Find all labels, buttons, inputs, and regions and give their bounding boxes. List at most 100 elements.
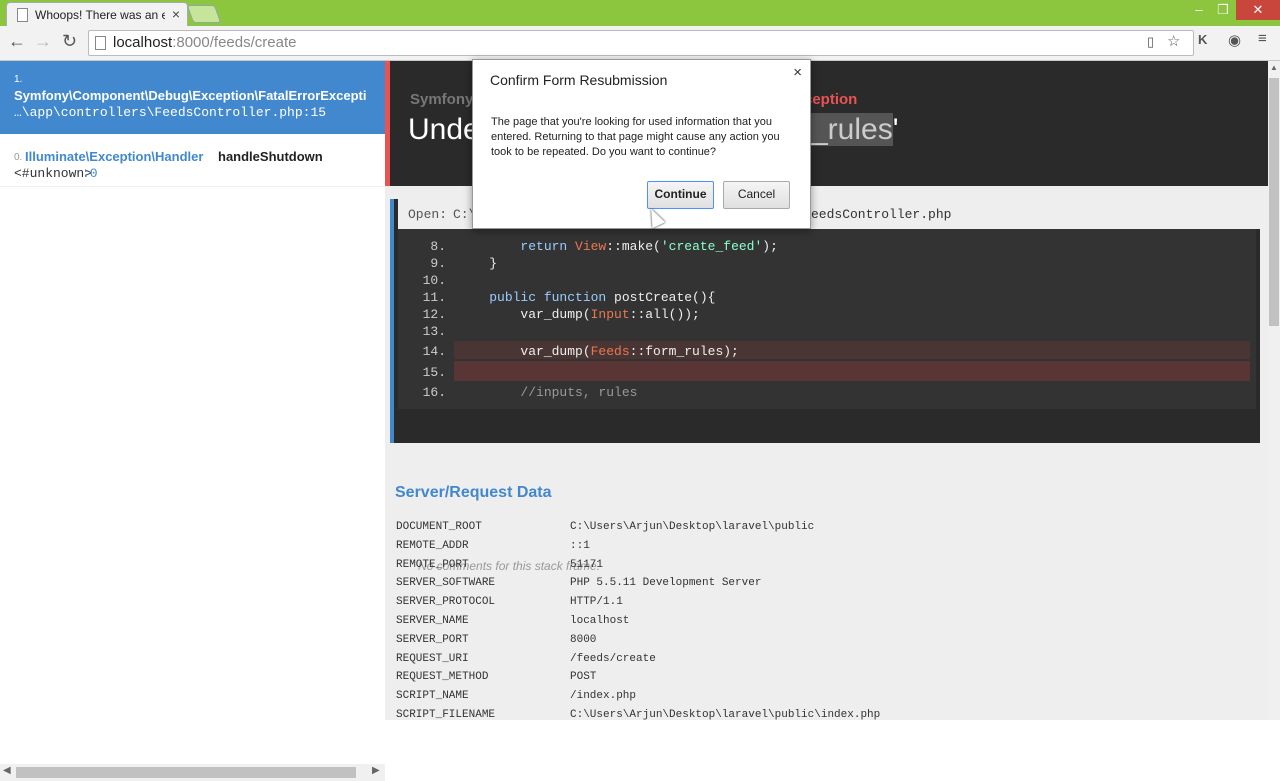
frame-method: handleShutdown (218, 149, 323, 164)
page-icon (17, 8, 28, 22)
table-row: REMOTE_PORT 51171 (396, 559, 1096, 577)
data-key: SERVER_NAME (396, 615, 469, 627)
cancel-button[interactable]: Cancel (723, 181, 790, 209)
table-row: SERVER_SOFTWARE PHP 5.5.11 Development Se… (396, 577, 1096, 595)
table-row: SCRIPT_NAME/index.php (396, 690, 1096, 708)
data-value: C:\Users\Arjun\Desktop\laravel\public (570, 521, 815, 533)
table-row: SCRIPT_FILENAME C:\Users\Arjun\Desktop\la… (396, 709, 1096, 720)
scroll-right-icon[interactable]: ▶ (372, 765, 380, 776)
address-bar[interactable]: localhost:8000/feeds/create ▯ ☆ (88, 30, 1194, 56)
back-icon[interactable]: ← (8, 31, 26, 52)
frame-line: :0 (82, 166, 98, 181)
data-value: POST (570, 671, 597, 684)
frame-class: Symfony\Component\Debug\Exception\FatalE… (14, 88, 367, 103)
tab-title: Whoops! There was an err (35, 8, 165, 22)
dialog-title: Confirm Form Resubmission (490, 72, 668, 88)
table-row: SERVER_PROTOCOL HTTP/1.1 (396, 596, 1096, 614)
data-value: 51171 (570, 558, 604, 571)
code-line: return View::make('create_feed'); (520, 239, 778, 254)
frame-index: 0. (14, 152, 23, 163)
code-line: //inputs, rules (520, 385, 638, 400)
line-number: 14. (422, 344, 446, 359)
line-number: 8. (430, 239, 446, 254)
data-value: localhost (570, 615, 630, 627)
table-row: REMOTE_ADDR::1 (396, 540, 1096, 558)
open-label: Open: (408, 207, 448, 222)
data-key: SCRIPT_FILENAME (396, 709, 496, 720)
page-icon (95, 36, 106, 50)
frame-class: Illuminate\Exception\Handler (25, 149, 204, 164)
line-number: 11. (422, 290, 446, 305)
restore-icon[interactable]: ❐ (1212, 0, 1234, 20)
line-number: 9. (430, 256, 446, 271)
title-bar: Whoops! There was an err × – ❐ ✕ (0, 0, 1280, 27)
table-row: DOCUMENT_ROOT C:\Users\Arjun\Desktop\lara… (396, 521, 1096, 539)
exception-class: Symfony ception (410, 91, 858, 108)
horizontal-scrollbar[interactable]: ◀ ▶ (0, 764, 385, 781)
code-line: var_dump(Feeds::form_rules); (458, 344, 739, 359)
code-line: } (458, 256, 498, 271)
data-value: /feeds/create (570, 652, 656, 665)
table-row: SERVER_PORT 8000 (396, 634, 1096, 652)
table-row: SERVER_NAME localhost (396, 615, 1096, 633)
error-line (454, 361, 1250, 381)
stack-frame-1[interactable]: 1. Symfony\Component\Debug\Exception\Fat… (0, 61, 385, 134)
url-text: localhost:8000/feeds/create (113, 34, 297, 51)
line-number: 12. (422, 307, 446, 322)
dialog-body: The page that you're looking for used in… (491, 116, 780, 158)
data-value: PHP 5.5.11 Development Server (570, 577, 762, 590)
scroll-thumb[interactable] (16, 767, 356, 778)
vertical-scrollbar[interactable]: ▲ (1268, 61, 1280, 720)
frame-index: 1. (14, 74, 23, 85)
line-number: 16. (422, 385, 446, 400)
close-window-icon[interactable]: ✕ (1236, 0, 1280, 20)
frame-file: <#unknown> (14, 166, 93, 181)
data-key: SERVER_PROTOCOL (396, 596, 496, 609)
data-key: SCRIPT_NAME (396, 690, 469, 703)
stack-frames-panel: 1. Symfony\Component\Debug\Exception\Fat… (0, 61, 386, 781)
open-path-file[interactable]: eedsController.php (811, 207, 951, 222)
line-number: 15. (422, 365, 446, 380)
code-line: var_dump(Input::all()); (458, 307, 700, 322)
data-key: REMOTE_ADDR (396, 539, 469, 552)
code-line: public function postCreate(){ (489, 290, 716, 305)
close-tab-icon[interactable]: × (172, 6, 180, 22)
new-tab-button[interactable] (186, 5, 222, 23)
data-key: DOCUMENT_ROOT (396, 521, 482, 533)
data-value: C:\Users\Arjun\Desktop\laravel\public\in… (570, 709, 881, 720)
scroll-left-icon[interactable]: ◀ (3, 765, 11, 776)
bookmark-star-icon[interactable]: ☆ (1167, 32, 1180, 50)
data-value: HTTP/1.1 (570, 596, 623, 609)
data-key: SERVER_PORT (396, 633, 469, 646)
page-action-icon[interactable]: ▯ (1147, 34, 1154, 50)
data-value: ::1 (570, 539, 590, 552)
minimize-icon[interactable]: – (1188, 0, 1210, 20)
data-key: REQUEST_METHOD (396, 671, 489, 684)
data-key: REMOTE_PORT (396, 558, 469, 571)
data-key: SERVER_SOFTWARE (396, 577, 496, 590)
code-viewer: 8. return View::make('create_feed');9. }… (398, 229, 1256, 409)
data-value: 8000 (570, 633, 597, 646)
confirm-dialog: Confirm Form Resubmission × The page tha… (472, 59, 811, 229)
table-row: REQUEST_METHOD POST (396, 671, 1096, 689)
data-key: REQUEST_URI (396, 652, 469, 665)
forward-icon[interactable]: → (34, 31, 52, 52)
menu-icon[interactable]: ≡ (1258, 30, 1267, 47)
line-number: 13. (422, 324, 446, 339)
table-row: REQUEST_URI/feeds/create (396, 653, 1096, 671)
browser-tab[interactable]: Whoops! There was an err × (6, 2, 188, 27)
browser-toolbar: ← → ↻ localhost:8000/feeds/create ▯ ☆ K … (0, 26, 1280, 61)
scroll-up-icon[interactable]: ▲ (1270, 63, 1278, 72)
stack-frame-0[interactable]: 0. Illuminate\Exception\Handler handleSh… (0, 134, 385, 187)
line-number: 10. (422, 273, 446, 288)
code-frame: Open: C:\ eedsController.php 8. return V… (390, 199, 1260, 573)
extension-k-icon[interactable]: K (1198, 32, 1207, 47)
data-value: /index.php (570, 690, 637, 703)
reload-icon[interactable]: ↻ (62, 31, 77, 52)
extension-icon[interactable]: ◉ (1228, 31, 1241, 49)
exception-message: Unde _rules' (408, 113, 899, 146)
frame-file: …\app\controllers\FeedsController.php:15 (14, 105, 327, 120)
section-title: Server/Request Data (395, 484, 552, 501)
scroll-thumb[interactable] (1269, 78, 1279, 326)
close-icon[interactable]: × (793, 64, 802, 81)
